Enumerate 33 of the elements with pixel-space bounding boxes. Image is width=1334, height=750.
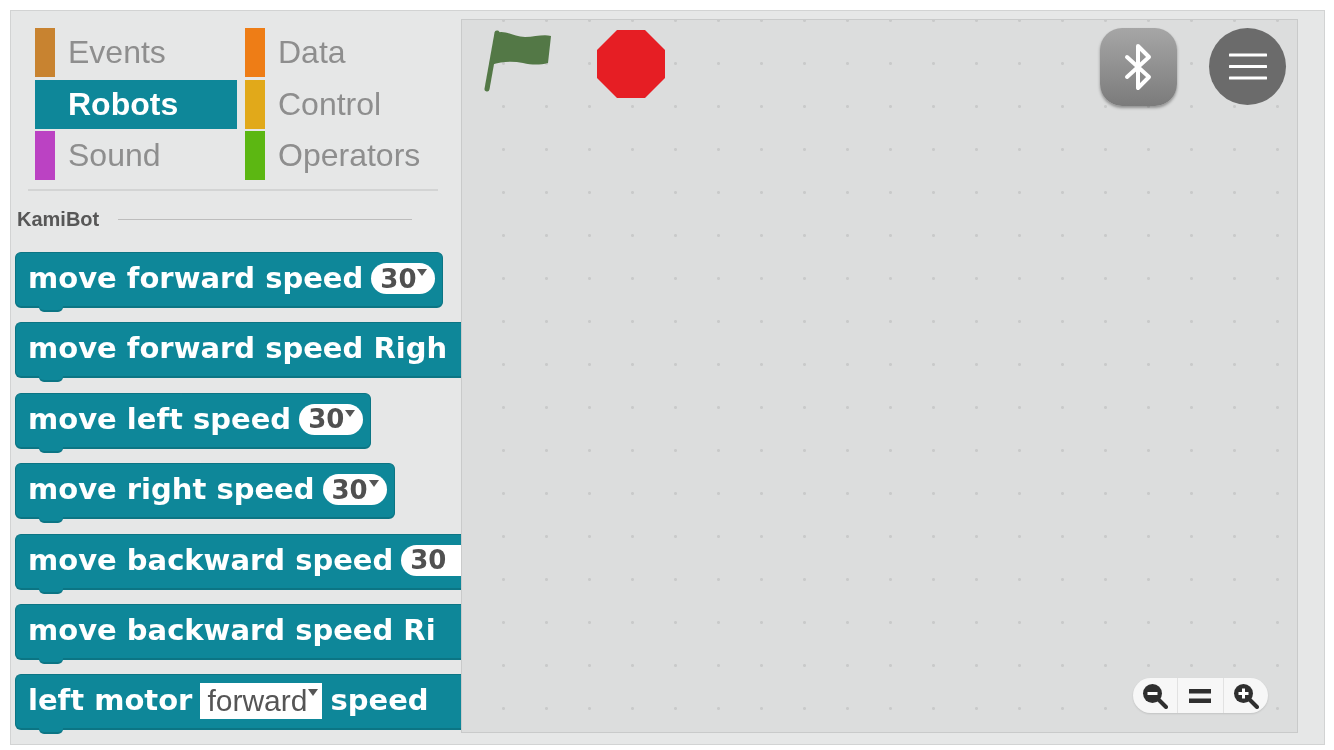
section-title: KamiBot: [17, 207, 100, 231]
block-label: move backward speed: [28, 545, 394, 575]
block-label: move backward speed Ri: [28, 615, 436, 645]
number-input[interactable]: 30: [322, 474, 387, 506]
caret-icon: [308, 688, 319, 696]
bluetooth-button[interactable]: [1100, 28, 1177, 106]
block-label: move left speed: [28, 404, 292, 434]
menu-icon: [1228, 53, 1267, 80]
caret-icon: [345, 409, 356, 417]
dropdown-field[interactable]: forward: [200, 682, 323, 719]
zoom-in-icon: [1232, 682, 1259, 709]
block-label: left motor: [28, 686, 193, 716]
code-block[interactable]: move backward speed 30: [15, 533, 461, 594]
block-label: move forward speed: [28, 264, 364, 293]
caret-icon: [368, 480, 379, 488]
code-block[interactable]: move backward speed Ri: [15, 603, 461, 664]
block-label: speed: [330, 686, 429, 716]
caret-icon: [417, 269, 428, 276]
bluetooth-icon: [1123, 43, 1154, 91]
category-item[interactable]: Robots: [35, 79, 237, 129]
number-input[interactable]: 30: [299, 403, 364, 435]
code-block[interactable]: move forward speed Righ: [15, 322, 461, 383]
number-input[interactable]: 30: [401, 544, 461, 576]
block-label: move right speed: [28, 475, 315, 505]
code-block[interactable]: left motor forward speed: [15, 674, 461, 735]
code-block[interactable]: move forward speed 30: [15, 252, 444, 312]
flag-icon[interactable]: [483, 28, 551, 92]
code-block[interactable]: move right speed 30: [15, 463, 395, 524]
code-block[interactable]: move left speed 30: [15, 392, 372, 453]
block-label: move forward speed Righ: [28, 334, 448, 364]
stop-icon[interactable]: [597, 30, 665, 98]
number-input[interactable]: 30: [371, 263, 436, 294]
zoom-out-icon: [1142, 682, 1169, 709]
